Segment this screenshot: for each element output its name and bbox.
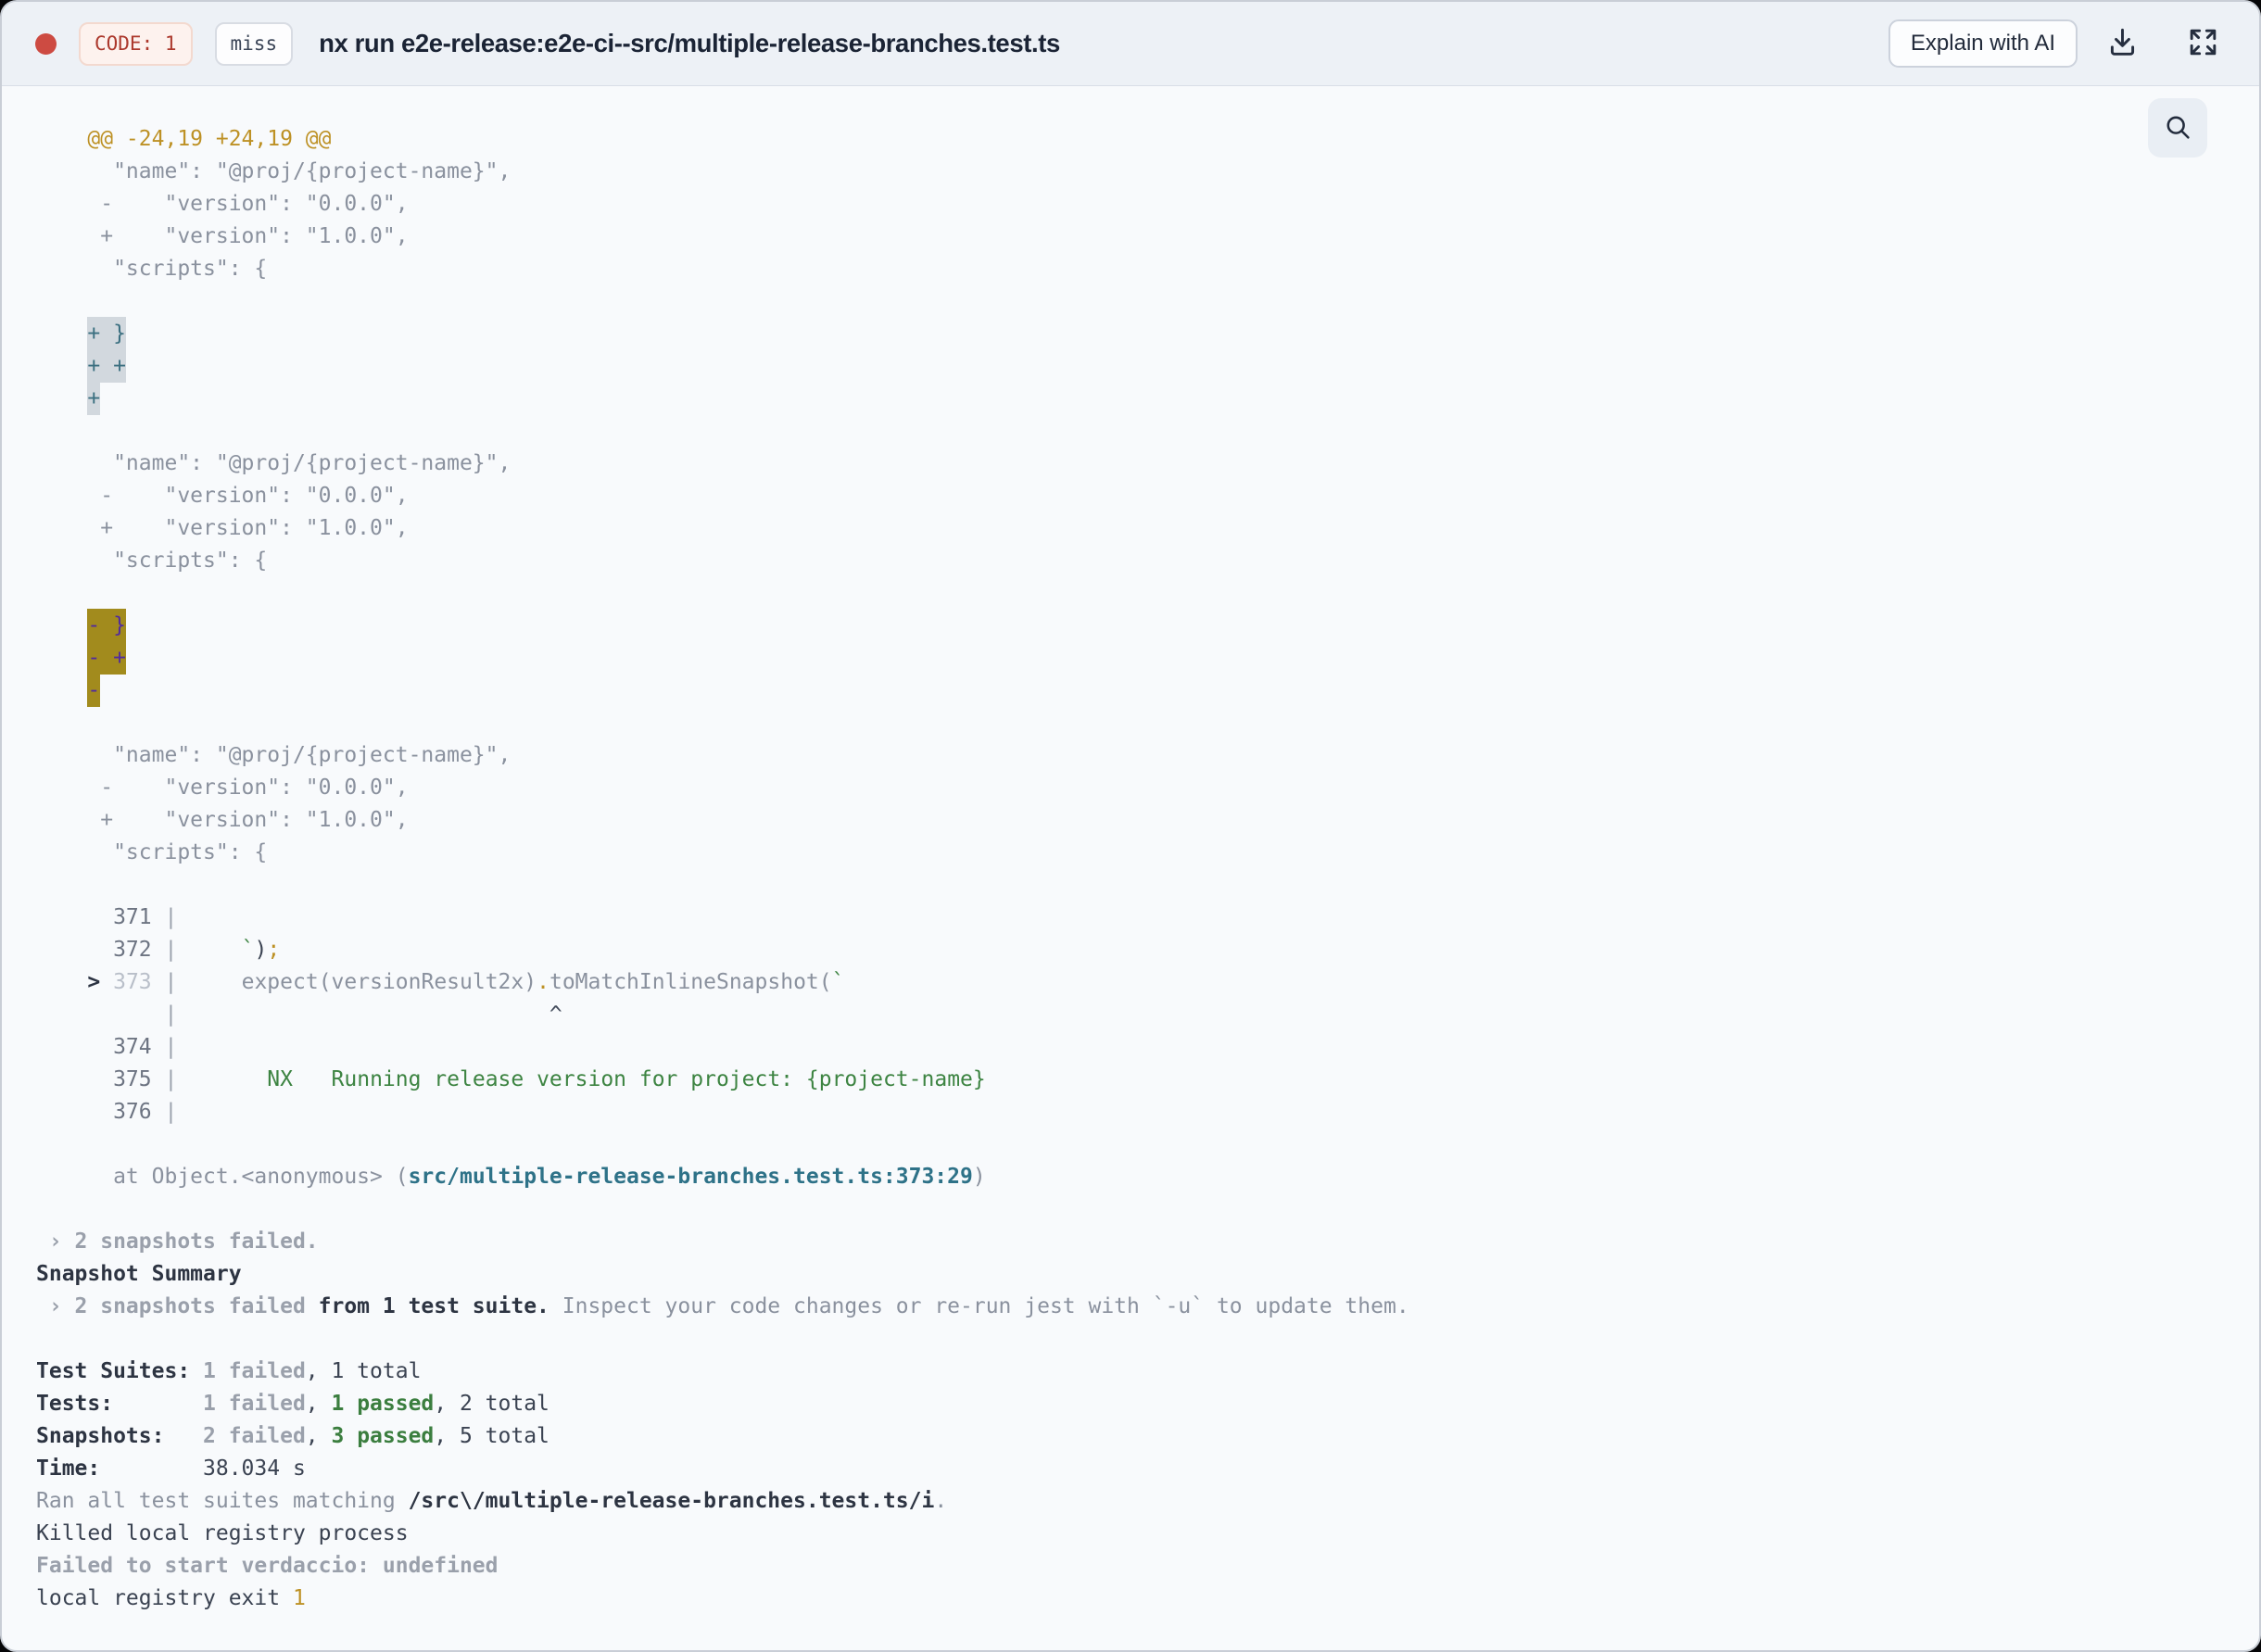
terminal-line: 375 | NX Running release version for pro…	[36, 1067, 986, 1091]
terminal-line: - "version": "0.0.0",	[36, 776, 409, 800]
terminal-line: + "version": "1.0.0",	[36, 516, 409, 540]
terminal-line: - "version": "0.0.0",	[36, 192, 409, 216]
terminal-panel: @@ -24,19 +24,19 @@ "name": "@proj/{proj…	[2, 86, 2259, 1650]
terminal-line: Ran all test suites matching /src\/multi…	[36, 1489, 948, 1513]
terminal-line: "name": "@proj/{project-name}",	[36, 451, 512, 475]
terminal-line: + "version": "1.0.0",	[36, 224, 409, 248]
terminal-line: Time: 38.034 s	[36, 1457, 306, 1481]
terminal-line: Failed to start verdaccio: undefined	[36, 1554, 499, 1578]
terminal-line: 371 |	[36, 905, 178, 929]
exit-code-badge: CODE: 1	[79, 21, 193, 66]
expand-icon	[2186, 25, 2220, 62]
terminal-line: - +	[36, 641, 2222, 675]
terminal-line: "scripts": {	[36, 549, 268, 573]
cache-miss-badge: miss	[214, 21, 294, 66]
download-icon	[2105, 25, 2140, 62]
search-button[interactable]	[2148, 98, 2207, 158]
terminal-line: > 373 | expect(versionResult2x).toMatchI…	[87, 970, 845, 994]
terminal-line: local registry exit 1	[36, 1586, 306, 1610]
terminal-line: + +	[36, 349, 2222, 383]
download-button[interactable]	[2100, 19, 2145, 68]
task-header: CODE: 1 miss nx run e2e-release:e2e-ci--…	[2, 2, 2259, 86]
terminal-line: at Object.<anonymous> (src/multiple-rele…	[36, 1165, 986, 1189]
terminal-line: Tests: 1 failed, 1 passed, 2 total	[36, 1392, 549, 1416]
terminal-line: + }	[36, 317, 2222, 350]
terminal-output: @@ -24,19 +24,19 @@ "name": "@proj/{proj…	[2, 86, 2259, 1615]
terminal-line: Snapshots: 2 failed, 3 passed, 5 total	[36, 1424, 549, 1448]
terminal-line: +	[36, 382, 2222, 415]
terminal-line: - "version": "0.0.0",	[36, 484, 409, 508]
terminal-line: + "version": "1.0.0",	[36, 808, 409, 832]
terminal-line: "scripts": {	[36, 257, 268, 281]
terminal-line: - }	[36, 609, 2222, 642]
terminal-line: Killed local registry process	[36, 1521, 409, 1545]
task-output-window: CODE: 1 miss nx run e2e-release:e2e-ci--…	[0, 0, 2261, 1652]
terminal-line: Snapshot Summary	[36, 1262, 242, 1286]
terminal-line: "scripts": {	[36, 840, 268, 864]
terminal-line: 376 |	[36, 1100, 178, 1124]
terminal-line: -	[36, 674, 2222, 707]
search-icon	[2161, 110, 2194, 146]
terminal-line: Test Suites: 1 failed, 1 total	[36, 1359, 422, 1383]
terminal-line: "name": "@proj/{project-name}",	[36, 743, 512, 767]
failed-status-dot-icon	[35, 32, 57, 55]
terminal-line: "name": "@proj/{project-name}",	[36, 159, 512, 183]
explain-with-ai-button[interactable]: Explain with AI	[1888, 19, 2078, 68]
terminal-line: @@ -24,19 +24,19 @@	[36, 127, 332, 151]
terminal-line: 374 |	[36, 1035, 178, 1059]
task-title: nx run e2e-release:e2e-ci--src/multiple-…	[319, 29, 1060, 57]
terminal-line: | ^	[164, 1003, 562, 1027]
terminal-line: › 2 snapshots failed from 1 test suite. …	[36, 1294, 1409, 1318]
fullscreen-button[interactable]	[2180, 19, 2226, 68]
terminal-line: 372 | `);	[36, 938, 281, 962]
terminal-line: › 2 snapshots failed.	[36, 1230, 319, 1254]
